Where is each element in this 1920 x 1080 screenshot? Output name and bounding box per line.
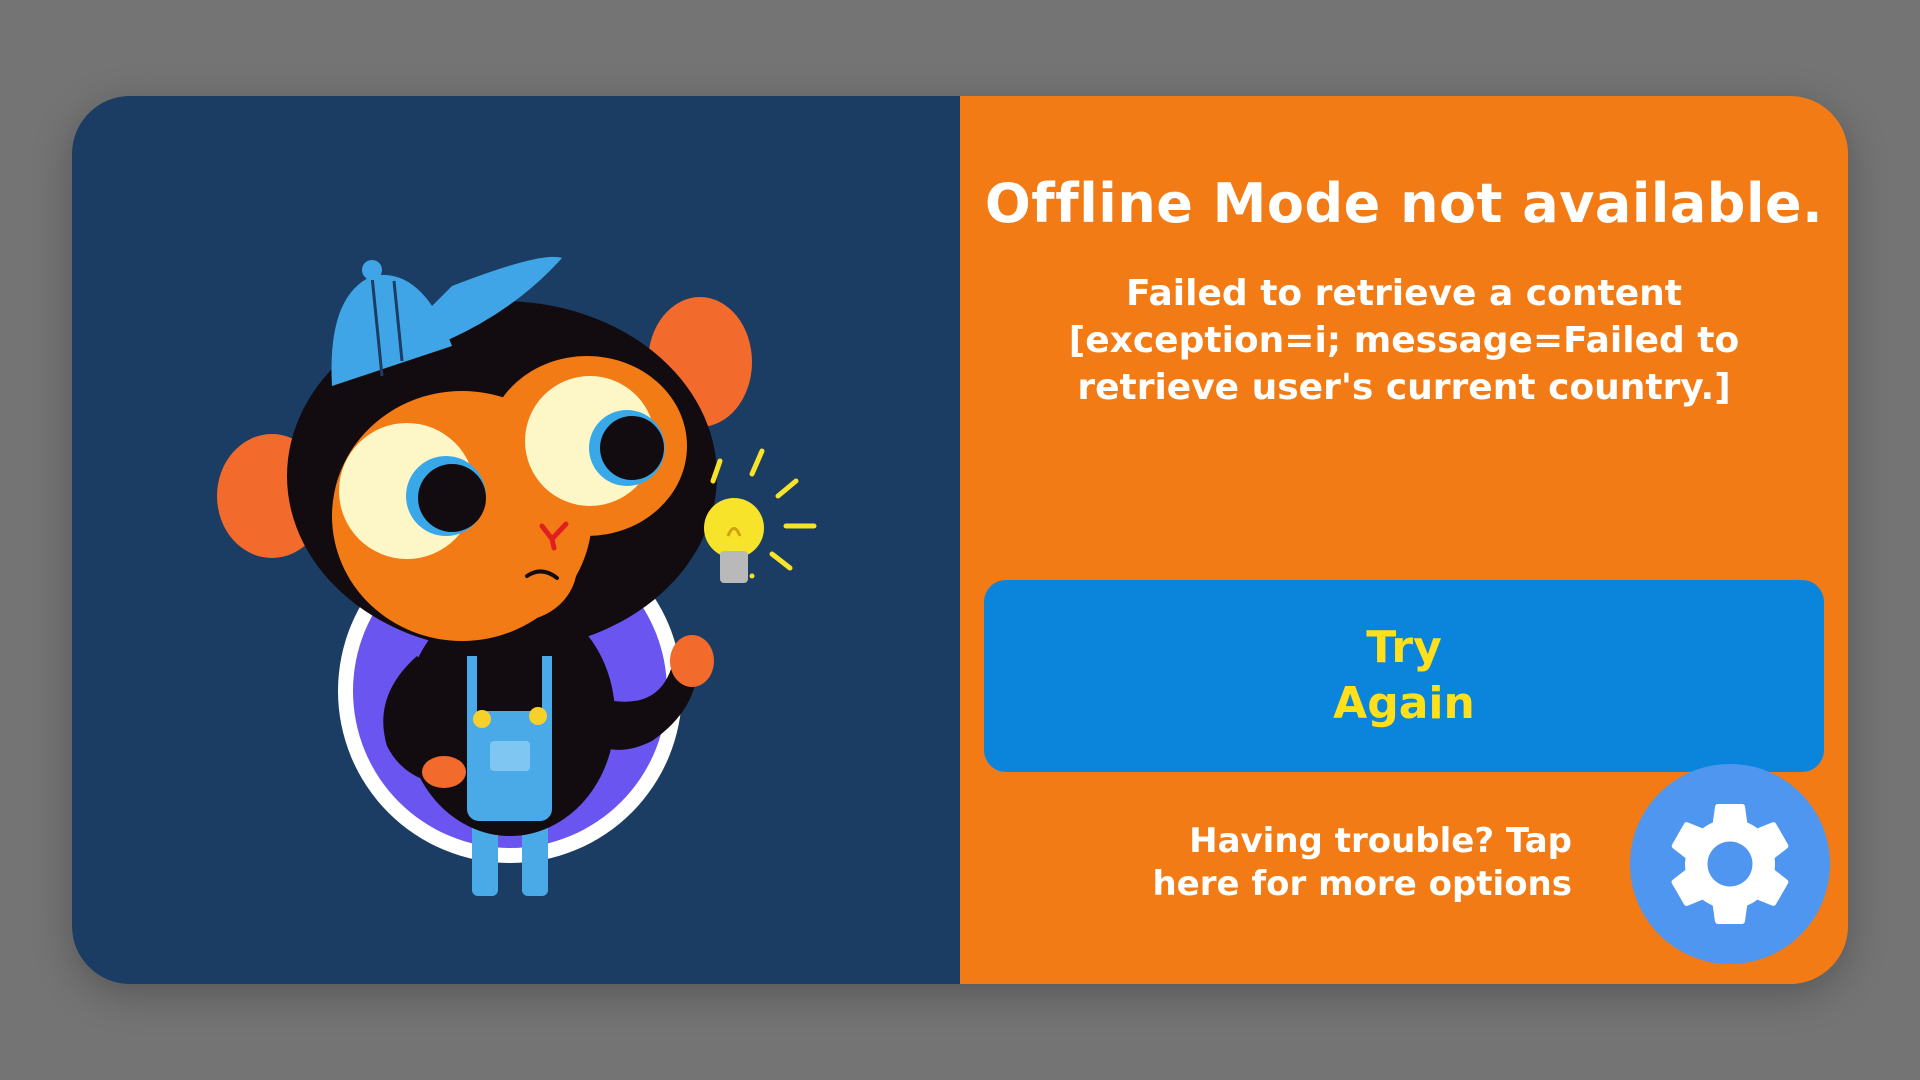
dialog-title: Offline Mode not available. [984,172,1824,235]
gear-icon [1671,803,1789,924]
settings-button[interactable] [1630,764,1830,964]
illustration-panel [72,96,960,984]
try-again-label-line1: Try [1366,622,1442,673]
offline-dialog: Offline Mode not available. Failed to re… [72,96,1848,984]
monkey-mascot-illustration [217,256,817,896]
try-again-button[interactable]: Try Again [984,580,1824,772]
message-panel: Offline Mode not available. Failed to re… [960,96,1848,984]
more-options-link[interactable]: Having trouble? Tap here for more option… [1120,820,1572,906]
try-again-label-line2: Again [1333,678,1475,729]
error-message: Failed to retrieve a content [exception=… [1068,273,1740,408]
